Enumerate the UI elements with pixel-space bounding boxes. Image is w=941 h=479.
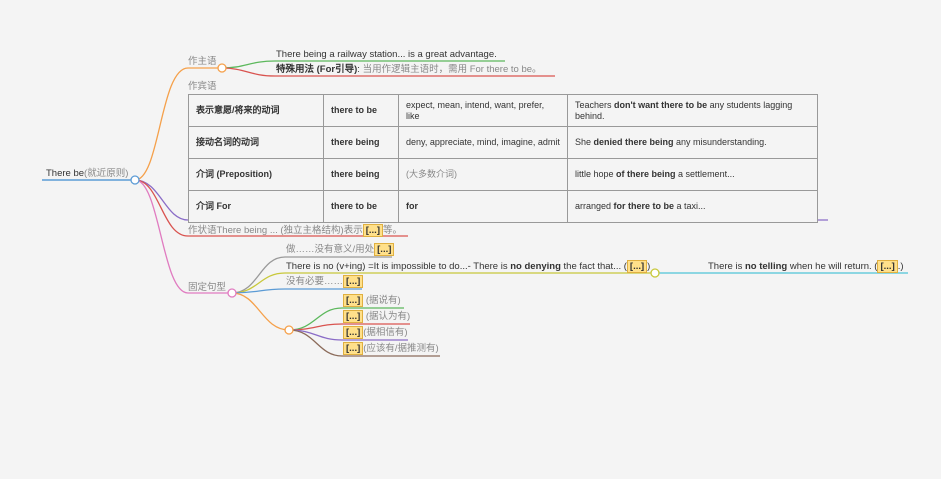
table-row: 介词 For there to be for arranged for ther… bbox=[188, 190, 818, 223]
root-label: There be bbox=[46, 168, 85, 179]
branch-adverbial bbox=[134, 179, 189, 237]
table-cell: She denied there being any misunderstand… bbox=[567, 126, 818, 159]
fixed-item-2-child[interactable]: There is no telling when he will return.… bbox=[708, 260, 904, 273]
fixed-label[interactable]: 固定句型 bbox=[188, 282, 226, 294]
table-cell: 介词 For bbox=[188, 190, 324, 223]
placeholder-badge: [...] bbox=[626, 260, 648, 273]
fixed-item-2[interactable]: There is no (v+ing) =It is impossible to… bbox=[286, 260, 650, 273]
fixed-collapse-dot bbox=[227, 288, 237, 298]
table-cell: Teachers don't want there to be any stud… bbox=[567, 94, 818, 127]
table-row: 介词 (Preposition) there being (大多数介词) lit… bbox=[188, 158, 818, 191]
table-cell: for bbox=[398, 190, 568, 223]
branch-fixed bbox=[134, 179, 189, 294]
placeholder-badge: [...] bbox=[343, 294, 364, 307]
root-node[interactable]: There be(就近原则) bbox=[46, 168, 128, 180]
placeholder-badge: [...] bbox=[374, 243, 395, 256]
adverbial-node[interactable]: 作状语There being ... (独立主格结构)表示 [...] 等。 bbox=[188, 224, 402, 237]
branch-object bbox=[134, 179, 189, 221]
table-cell: deny, appreciate, mind, imagine, admit bbox=[398, 126, 568, 159]
placeholder-badge: [...] bbox=[343, 275, 364, 288]
subject-collapse-dot bbox=[217, 63, 227, 73]
item2-collapse-dot bbox=[650, 268, 660, 278]
sub-collapse-dot bbox=[284, 325, 294, 335]
branch-subject bbox=[134, 67, 189, 181]
table-cell: expect, mean, intend, want, prefer, like bbox=[398, 94, 568, 127]
fixed-item-1[interactable]: 做……没有意义/用处 [...] bbox=[286, 243, 395, 256]
root-note: (就近原则) bbox=[84, 168, 129, 179]
table-row: 接动名词的动词 there being deny, appreciate, mi… bbox=[188, 126, 818, 159]
subject-example[interactable]: There being a railway station... is a gr… bbox=[276, 49, 497, 61]
subject-special-text: 当用作逻辑主语时，需用 For there to be。 bbox=[362, 64, 542, 75]
table-cell: (大多数介词) bbox=[398, 158, 568, 191]
placeholder-badge: [...] bbox=[343, 342, 364, 355]
table-cell: 接动名词的动词 bbox=[188, 126, 324, 159]
table-cell: there being bbox=[323, 126, 399, 159]
table-cell: there being bbox=[323, 158, 399, 191]
placeholder-badge: [...] bbox=[877, 260, 898, 273]
fixed-sub-item[interactable]: [...] (据相信有) bbox=[343, 326, 408, 339]
subject-special[interactable]: 特殊用法 (For引导): 当用作逻辑主语时，需用 For there to b… bbox=[276, 64, 542, 76]
table-cell: little hope of there being a settlement.… bbox=[567, 158, 818, 191]
fixed-sub-item[interactable]: [...] (据认为有) bbox=[343, 310, 410, 323]
fixed-sub-item[interactable]: [...] (据说有) bbox=[343, 294, 401, 307]
table-cell: 介词 (Preposition) bbox=[188, 158, 324, 191]
placeholder-badge: [...] bbox=[343, 326, 364, 339]
table-cell: there to be bbox=[323, 94, 399, 127]
root-collapse-dot bbox=[130, 175, 140, 185]
subject-special-label: 特殊用法 (For引导) bbox=[276, 64, 358, 75]
object-label[interactable]: 作宾语 bbox=[188, 81, 217, 93]
placeholder-badge: [...] bbox=[343, 310, 364, 323]
table-row: 表示意愿/将来的动词 there to be expect, mean, int… bbox=[188, 94, 818, 127]
table-cell: 表示意愿/将来的动词 bbox=[188, 94, 324, 127]
table-cell: arranged for there to be a taxi... bbox=[567, 190, 818, 223]
object-table: 表示意愿/将来的动词 there to be expect, mean, int… bbox=[188, 94, 818, 223]
subject-label[interactable]: 作主语 bbox=[188, 56, 217, 68]
fixed-item-3[interactable]: 没有必要…… [...] bbox=[286, 275, 364, 288]
placeholder-badge: [...] bbox=[362, 224, 383, 237]
fixed-sub-item[interactable]: [...] (应该有/据推测有) bbox=[343, 342, 439, 355]
table-cell: there to be bbox=[323, 190, 399, 223]
